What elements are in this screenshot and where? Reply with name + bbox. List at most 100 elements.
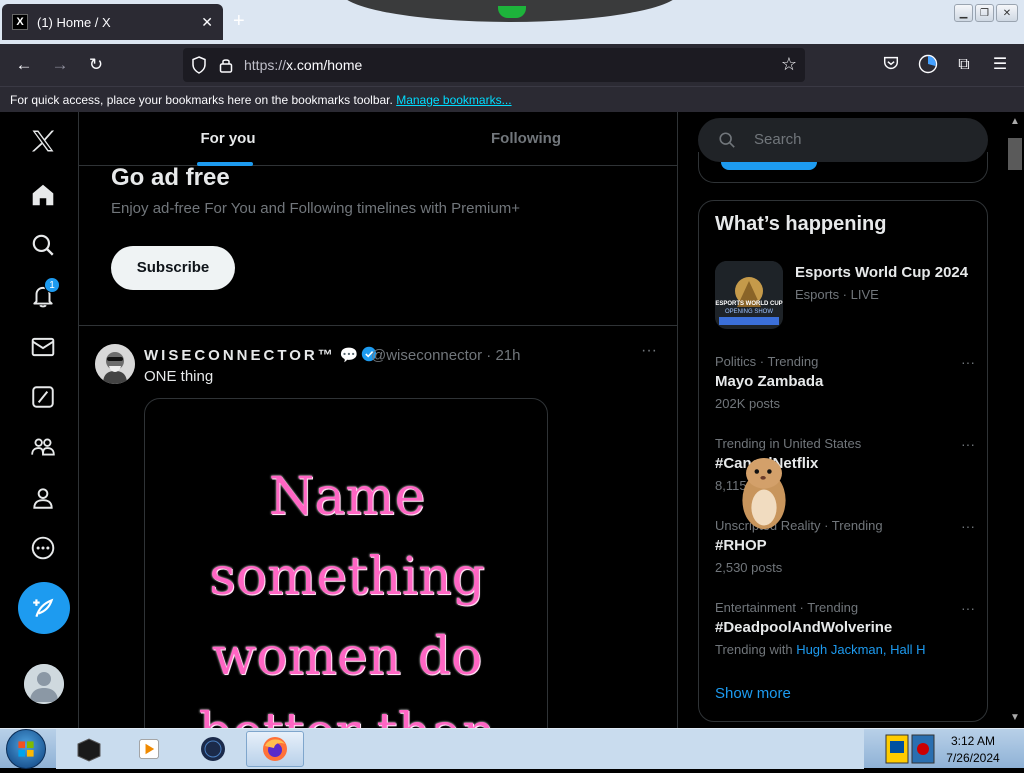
show-more-link[interactable]: Show more: [715, 685, 791, 702]
minimize-button[interactable]: ▁: [954, 4, 973, 22]
more-circle-icon[interactable]: [26, 531, 60, 565]
media-player-icon: [139, 739, 159, 759]
bookmarks-hint: For quick access, place your bookmarks h…: [10, 93, 393, 107]
post-article[interactable]: WISECONNECTOR™ 💬 @wiseconnector · 21h ··…: [79, 328, 677, 728]
trend-post-count: Trending with Hugh Jackman, Hall H: [715, 642, 926, 657]
scroll-up-arrow-icon[interactable]: ▲: [1010, 116, 1020, 127]
new-tab-button[interactable]: +: [233, 10, 245, 33]
firefox-icon: [263, 737, 287, 761]
manage-bookmarks-link[interactable]: Manage bookmarks...: [396, 93, 511, 107]
account-icon[interactable]: [917, 54, 939, 76]
home-icon[interactable]: [26, 178, 60, 212]
trend-more-icon[interactable]: ···: [961, 354, 975, 370]
trend-category: Entertainment · Trending: [715, 600, 859, 615]
x-favicon-icon: X: [12, 14, 28, 30]
trend-with-link[interactable]: Hugh Jackman, Hall H: [796, 642, 925, 657]
premium-subtitle: Enjoy ad-free For You and Following time…: [111, 200, 520, 217]
system-tray[interactable]: [884, 731, 938, 767]
subscribe-button[interactable]: Subscribe: [111, 246, 235, 290]
trend-name: #RHOP: [715, 537, 767, 554]
tab-close-icon[interactable]: ✕: [201, 14, 213, 31]
media-text-line: better than: [145, 703, 547, 728]
notification-badge: 1: [44, 277, 60, 293]
explore-search-icon[interactable]: [26, 228, 60, 262]
tab-following[interactable]: Following: [377, 112, 675, 166]
trend-name: #DeadpoolAndWolverine: [715, 619, 893, 636]
trend-item[interactable]: Entertainment · Trending #DeadpoolAndWol…: [715, 600, 975, 680]
bookmarks-toolbar: For quick access, place your bookmarks h…: [0, 86, 1024, 112]
clock-time[interactable]: 3:12 AM: [940, 734, 1006, 748]
browser-toolbar: ← → ↻ https://x.com/home ☆ ⧉ ☰: [0, 44, 1024, 86]
tracking-shield-icon[interactable]: [191, 56, 207, 74]
trend-category: Trending in United States: [715, 436, 862, 451]
x-home-page: 1 For you Following Go ad free Enjoy ad-…: [0, 112, 1024, 728]
post-author-name[interactable]: WISECONNECTOR™ 💬: [144, 346, 377, 364]
tab-title: (1) Home / X: [37, 14, 111, 30]
x-logo-icon[interactable]: [26, 124, 60, 158]
profile-person-icon[interactable]: [26, 481, 60, 515]
timeline-tabs: For you Following: [79, 112, 677, 166]
back-arrow-icon[interactable]: ←: [13, 55, 35, 77]
post-more-icon[interactable]: ···: [641, 342, 657, 360]
extensions-puzzle-icon[interactable]: ⧉: [953, 54, 975, 76]
trend-more-icon[interactable]: ···: [961, 518, 975, 534]
close-window-button[interactable]: ✕: [996, 4, 1018, 22]
media-text-line: something: [209, 547, 485, 607]
taskbar-terminal-app[interactable]: [60, 731, 118, 767]
os-taskbar: 3:12 AM 7/26/2024: [0, 728, 1024, 769]
forward-arrow-icon[interactable]: →: [49, 55, 71, 77]
trend-category: Politics · Trending: [715, 354, 819, 369]
event-title[interactable]: Esports World Cup 2024: [795, 264, 968, 281]
restore-button[interactable]: ❐: [975, 4, 994, 22]
taskbar-media-player-app[interactable]: [120, 731, 178, 767]
hamburger-menu-icon[interactable]: ☰: [989, 54, 1011, 76]
scroll-down-arrow-icon[interactable]: ▼: [1010, 712, 1020, 723]
post-media-image[interactable]: Name something women do better than: [144, 398, 548, 728]
browser-tab-home[interactable]: X (1) Home / X ✕: [2, 4, 223, 40]
trend-more-icon[interactable]: ···: [961, 600, 975, 616]
address-bar[interactable]: https://x.com/home ☆: [183, 48, 805, 82]
event-thumb-text-bottom: OPENING SHOW: [724, 309, 773, 315]
trend-post-count: 2,530 posts: [715, 560, 783, 575]
start-orb-button[interactable]: [6, 729, 46, 769]
taskbar-firefox-app[interactable]: [246, 731, 304, 767]
account-avatar[interactable]: [24, 664, 64, 704]
scrollbar-thumb[interactable]: [1008, 138, 1022, 170]
clock-date[interactable]: 7/26/2024: [940, 751, 1006, 765]
tab-for-you[interactable]: For you: [79, 112, 377, 166]
bookmark-star-icon[interactable]: ☆: [781, 54, 797, 75]
speech-bubble-icon: 💬: [335, 347, 359, 364]
post-author-avatar[interactable]: [95, 344, 135, 384]
reload-icon[interactable]: ↻: [85, 55, 107, 77]
terminal-app-icon: [77, 738, 101, 762]
communities-icon[interactable]: [26, 430, 60, 464]
search-input[interactable]: Search: [698, 118, 988, 162]
whats-happening-title: What’s happening: [715, 213, 887, 235]
whats-happening-panel: What’s happening ESPORTS WORLD CUP OPENI…: [698, 200, 988, 722]
post-handle-time[interactable]: @wiseconnector · 21h: [371, 347, 520, 364]
taskbar-app-strip: [56, 729, 864, 769]
trend-item[interactable]: Politics · Trending Mayo Zambada 202K po…: [715, 354, 975, 434]
grok-icon[interactable]: [26, 380, 60, 414]
lock-icon[interactable]: [219, 57, 233, 73]
page-scrollbar[interactable]: ▲ ▼: [1006, 112, 1024, 728]
search-icon: [719, 132, 735, 148]
event-thumb-text-top: ESPORTS WORLD CUP: [715, 301, 783, 307]
premium-title: Go ad free: [111, 164, 230, 191]
notifications-bell-icon[interactable]: 1: [26, 277, 60, 313]
trend-name: Mayo Zambada: [715, 373, 824, 390]
feather-plus-icon: [33, 598, 54, 617]
media-text-line: Name: [268, 467, 426, 527]
trend-more-icon[interactable]: ···: [961, 436, 975, 452]
url-text: https://x.com/home: [244, 57, 363, 73]
pocket-icon[interactable]: [880, 54, 902, 76]
hamster-sticker-image: [742, 458, 786, 530]
windows-logo-icon: [18, 741, 34, 757]
post-text: ONE thing: [144, 368, 214, 385]
right-sidebar: Search What’s happening ESPORTS WORLD CU…: [698, 112, 988, 728]
search-placeholder: Search: [754, 131, 802, 148]
messages-envelope-icon[interactable]: [26, 330, 60, 364]
compose-post-button[interactable]: [18, 582, 70, 634]
event-thumbnail[interactable]: ESPORTS WORLD CUP OPENING SHOW: [715, 261, 783, 329]
taskbar-globe-app[interactable]: [184, 731, 242, 767]
